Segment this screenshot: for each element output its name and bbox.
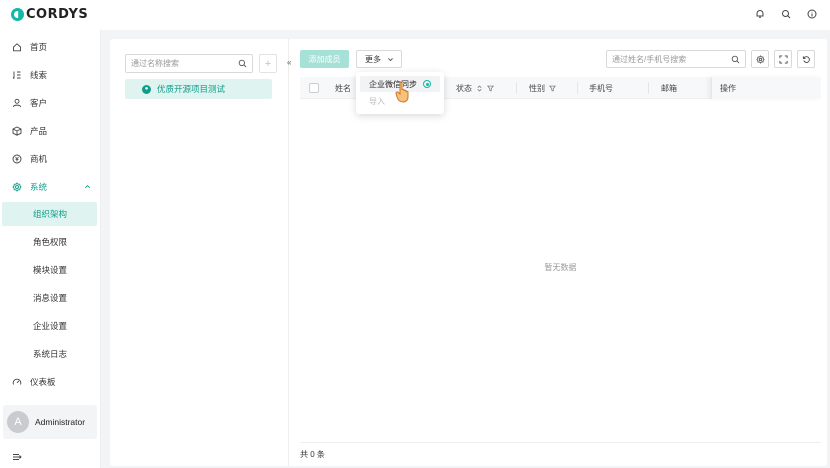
logo-mark-icon xyxy=(11,8,24,21)
column-label: 手机号 xyxy=(589,83,613,93)
sidebar-item-label: 系统 xyxy=(30,182,48,192)
column-settings-button[interactable] xyxy=(751,50,769,68)
search-icon[interactable] xyxy=(780,8,792,20)
more-button[interactable]: 更多 xyxy=(356,50,402,68)
user-profile[interactable]: A Administrator xyxy=(3,405,97,439)
org-icon: ● xyxy=(142,84,151,94)
sidebar-subitem-messages[interactable]: 消息设置 xyxy=(2,286,97,310)
column-header-phone: 手机号 xyxy=(589,77,613,99)
sidebar-item-customers[interactable]: 客户 xyxy=(0,92,101,114)
sidebar-item-label: 首页 xyxy=(30,42,48,52)
empty-state: 暂无数据 xyxy=(544,263,577,272)
department-search-input[interactable] xyxy=(131,59,238,68)
menu-item-label: 导入 xyxy=(369,96,385,106)
member-search-input[interactable] xyxy=(612,54,731,64)
sidebar-item-label: 产品 xyxy=(30,126,48,136)
sidebar-item-dashboard[interactable]: 仪表板 xyxy=(0,371,101,393)
sort-icon[interactable] xyxy=(476,85,483,92)
column-label: 邮箱 xyxy=(661,83,677,93)
top-bar: CORDYS xyxy=(0,0,830,30)
main-card: + ● 优质开源项目测试 « 添加成员 更多 姓名 状态 xyxy=(110,39,827,466)
chevron-down-icon xyxy=(388,57,393,61)
sidebar-item-system[interactable]: 系统 xyxy=(0,176,101,198)
sidebar-subitem-logs[interactable]: 系统日志 xyxy=(2,342,97,366)
column-label: 状态 xyxy=(456,83,472,93)
search-icon[interactable] xyxy=(731,55,740,64)
collapse-panel-button[interactable]: « xyxy=(287,58,291,67)
column-label: 性别 xyxy=(529,83,545,93)
refresh-icon xyxy=(802,55,810,63)
settings-icon xyxy=(755,54,765,64)
logo[interactable]: CORDYS xyxy=(11,7,88,22)
sidebar-item-label: 商机 xyxy=(30,154,48,164)
avatar: A xyxy=(7,411,29,433)
column-label-wrap: 操作 xyxy=(720,77,736,99)
filter-icon[interactable] xyxy=(549,85,556,92)
user-icon xyxy=(13,98,21,108)
info-icon[interactable] xyxy=(806,8,818,20)
sidebar: 首页 线索 客户 产品 商机 系统 组织架构 角色权限 模块设置 消息设置 企业… xyxy=(0,30,101,468)
department-panel: + ● 优质开源项目测试 xyxy=(110,39,289,466)
filter-icon[interactable] xyxy=(487,85,494,92)
sidebar-subitem-org[interactable]: 组织架构 xyxy=(2,202,97,226)
department-name: 优质开源项目测试 xyxy=(157,84,226,94)
sidebar-item-home[interactable]: 首页 xyxy=(0,36,101,58)
chevron-up-icon[interactable] xyxy=(83,182,92,191)
column-label: 姓名 xyxy=(335,83,351,93)
add-department-button[interactable]: + xyxy=(259,54,277,73)
department-tree-item[interactable]: ● 优质开源项目测试 xyxy=(125,79,272,99)
more-button-label: 更多 xyxy=(365,54,381,64)
column-header-status: 状态 xyxy=(456,77,494,99)
sidebar-item-products[interactable]: 产品 xyxy=(0,120,101,142)
collapse-sidebar-icon[interactable] xyxy=(12,452,22,462)
user-name: Administrator xyxy=(35,417,86,427)
sync-settings-icon[interactable] xyxy=(423,80,431,88)
column-separator[interactable] xyxy=(648,82,649,94)
fullscreen-icon xyxy=(778,54,788,64)
sidebar-item-leads[interactable]: 线索 xyxy=(0,64,101,86)
sidebar-item-label: 线索 xyxy=(30,70,48,80)
opportunity-icon xyxy=(12,154,22,164)
member-table: 姓名 状态 性别 手机号 邮箱 操作 暂无数据 xyxy=(300,77,821,441)
sidebar-subitem-modules[interactable]: 模块设置 xyxy=(2,258,97,282)
select-all-checkbox[interactable] xyxy=(309,83,319,93)
logo-text: CORDYS xyxy=(26,7,89,22)
refresh-button[interactable] xyxy=(797,50,815,68)
department-search-field[interactable] xyxy=(125,54,253,73)
fullscreen-button[interactable] xyxy=(774,50,792,68)
sidebar-item-label: 仪表板 xyxy=(30,377,56,387)
gauge-icon xyxy=(12,378,22,385)
bell-icon[interactable] xyxy=(754,8,766,20)
table-footer: 共 0 条 xyxy=(300,442,821,466)
column-header-actions: 操作 xyxy=(711,77,821,99)
add-member-button[interactable]: 添加成员 xyxy=(300,50,349,68)
sidebar-item-opportunities[interactable]: 商机 xyxy=(0,148,101,170)
total-count: 共 0 条 xyxy=(300,450,325,459)
column-header-gender: 性别 xyxy=(529,77,556,99)
search-icon[interactable] xyxy=(238,59,247,68)
column-separator[interactable] xyxy=(516,82,517,94)
column-separator[interactable] xyxy=(577,82,578,94)
sidebar-subitem-company[interactable]: 企业设置 xyxy=(2,314,97,338)
home-icon xyxy=(13,43,21,52)
box-icon xyxy=(12,126,22,136)
column-header-name: 姓名 xyxy=(335,77,351,99)
column-header-email: 邮箱 xyxy=(661,77,677,99)
column-label: 操作 xyxy=(720,83,736,93)
gear-icon xyxy=(12,182,22,192)
lead-icon xyxy=(12,71,21,79)
member-search-field[interactable] xyxy=(606,50,746,68)
sidebar-item-label: 客户 xyxy=(30,98,48,108)
sidebar-subitem-roles[interactable]: 角色权限 xyxy=(2,230,97,254)
hand-cursor-icon xyxy=(395,81,409,103)
